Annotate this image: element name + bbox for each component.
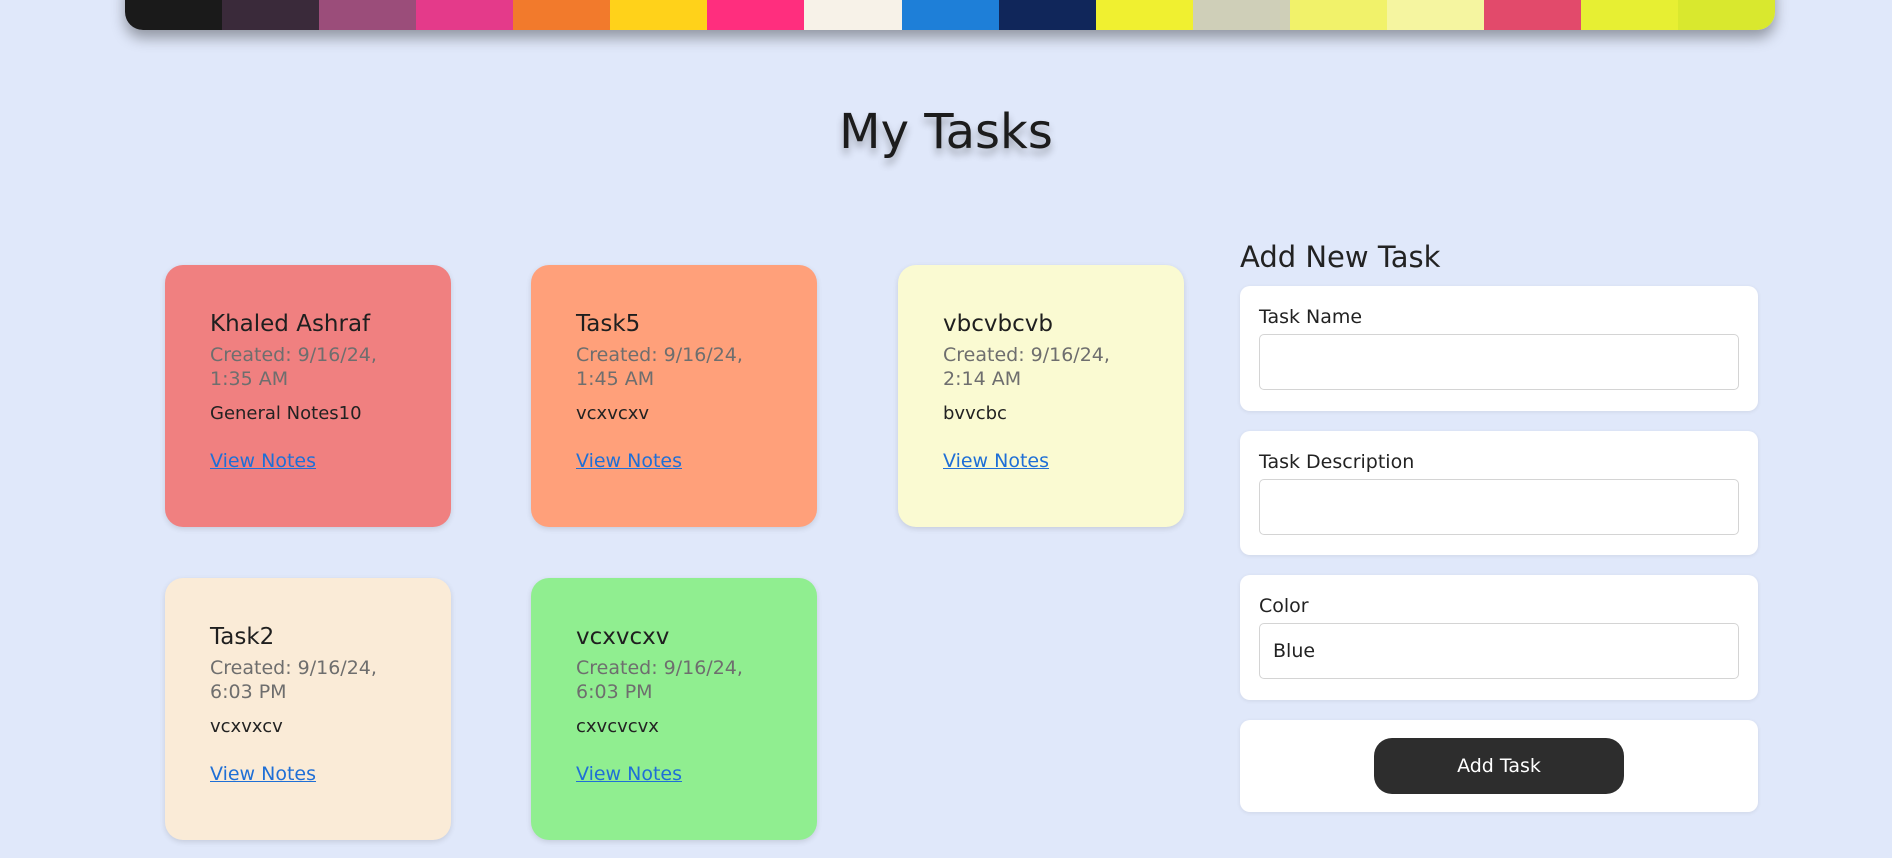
color-label: Color [1259, 595, 1309, 617]
task-created: Created: 9/16/24, 6:03 PM [210, 657, 377, 703]
task-created: Created: 9/16/24, 6:03 PM [576, 657, 743, 703]
task-name: Khaled Ashraf [210, 311, 371, 337]
submit-panel: Add Task [1240, 720, 1758, 812]
color-select[interactable]: Blue [1259, 623, 1739, 679]
task-description: bvvcbc [943, 403, 1007, 424]
task-name: vcxvcxv [576, 624, 670, 650]
task-card: Khaled Ashraf Created: 9/16/24, 1:35 AM … [165, 265, 451, 527]
add-task-button[interactable]: Add Task [1374, 738, 1624, 794]
task-name-input[interactable] [1259, 334, 1739, 390]
task-created: Created: 9/16/24, 1:45 AM [576, 344, 743, 390]
view-notes-link[interactable]: View Notes [210, 450, 316, 472]
task-card: vcxvcxv Created: 9/16/24, 6:03 PM cxvcvc… [531, 578, 817, 840]
task-card: Task5 Created: 9/16/24, 1:45 AM vcxvcxv … [531, 265, 817, 527]
task-card: Task2 Created: 9/16/24, 6:03 PM vcxvxcv … [165, 578, 451, 840]
task-description: vcxvxcv [210, 716, 283, 737]
view-notes-link[interactable]: View Notes [943, 450, 1049, 472]
task-description-input[interactable] [1259, 479, 1739, 535]
task-created: Created: 9/16/24, 2:14 AM [943, 344, 1110, 390]
color-panel: Color Blue [1240, 575, 1758, 700]
task-description: General Notes10 [210, 403, 362, 424]
task-description: vcxvcxv [576, 403, 650, 424]
view-notes-link[interactable]: View Notes [210, 763, 316, 785]
task-name-panel: Task Name [1240, 286, 1758, 411]
task-card: vbcvbcvb Created: 9/16/24, 2:14 AM bvvcb… [898, 265, 1184, 527]
task-description-label: Task Description [1259, 451, 1415, 473]
task-name: vbcvbcvb [943, 311, 1053, 337]
task-name-label: Task Name [1259, 306, 1363, 328]
view-notes-link[interactable]: View Notes [576, 450, 682, 472]
task-created: Created: 9/16/24, 1:35 AM [210, 344, 377, 390]
task-name: Task5 [576, 311, 641, 337]
task-name: Task2 [210, 624, 275, 650]
add-task-heading: Add New Task [1240, 240, 1441, 274]
task-description: cxvcvcvx [576, 716, 659, 737]
task-description-panel: Task Description [1240, 431, 1758, 555]
page-title: My Tasks [839, 104, 1053, 160]
view-notes-link[interactable]: View Notes [576, 763, 682, 785]
hero-banner-image [125, 0, 1775, 30]
